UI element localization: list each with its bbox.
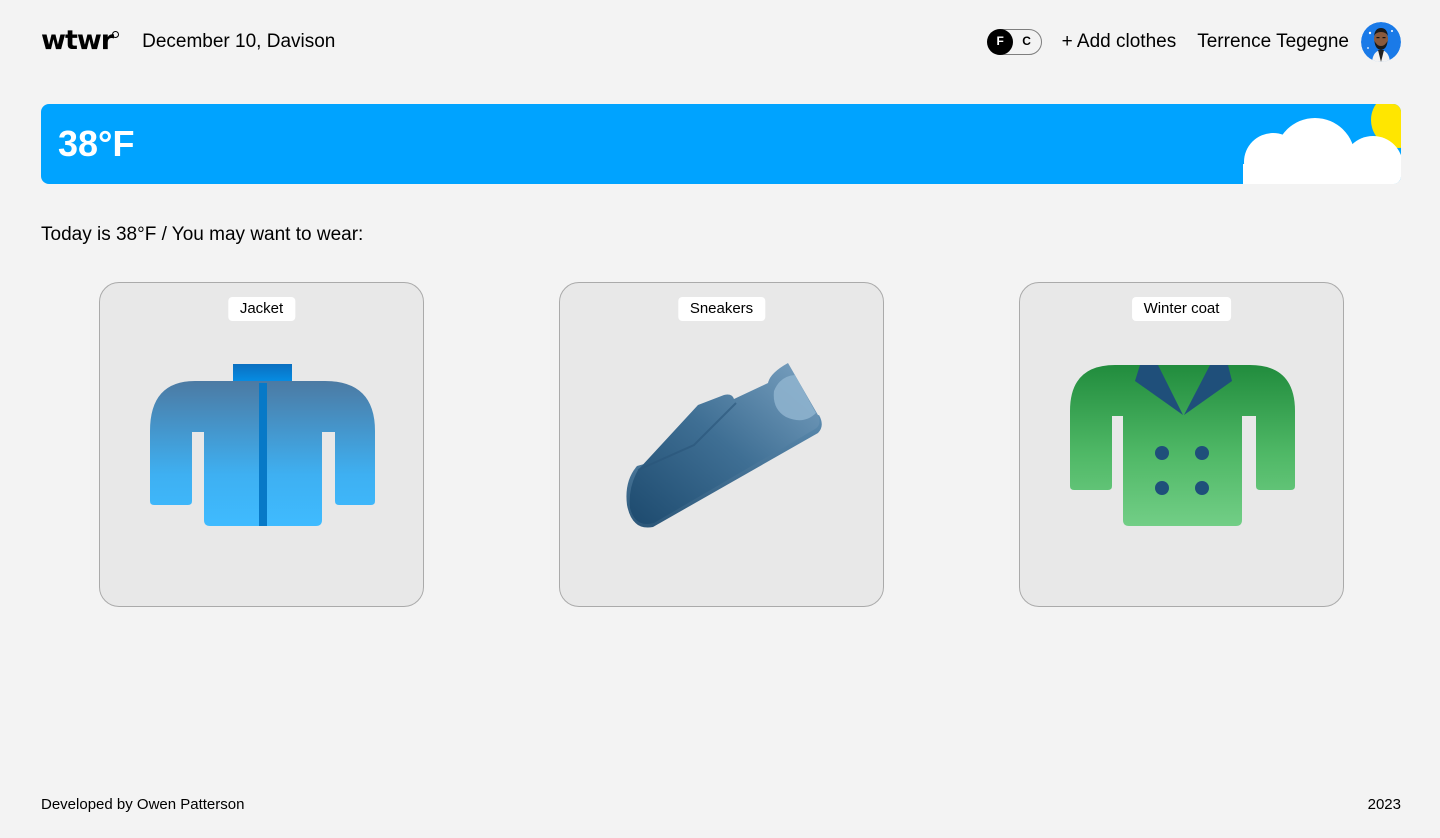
temperature: 38°F — [58, 123, 135, 164]
footer-year: 2023 — [1367, 796, 1401, 813]
sneaker-icon — [626, 363, 822, 528]
item-card-winter-coat[interactable]: Winter coat — [1019, 282, 1344, 607]
item-name: Sneakers — [677, 297, 766, 321]
item-card-jacket[interactable]: Jacket — [99, 282, 424, 607]
avatar[interactable] — [1361, 22, 1401, 62]
header: wtwr December 10, Davison F C + Add clot… — [41, 20, 1401, 64]
item-card-sneakers[interactable]: Sneakers — [559, 282, 884, 607]
toggle-f-label: F — [996, 34, 1004, 48]
user-name[interactable]: Terrence Tegegne — [1197, 31, 1349, 53]
footer-developer: Developed by Owen Patterson — [41, 796, 245, 813]
recommendation-text: Today is 38°F / You may want to wear: — [41, 224, 364, 245]
add-clothes-button[interactable]: + Add clothes — [1062, 31, 1177, 53]
item-name: Winter coat — [1131, 297, 1232, 321]
temperature-unit-toggle[interactable]: F C — [987, 28, 1042, 55]
weather-card: 38°F — [41, 104, 1401, 184]
date-location: December 10, Davison — [142, 31, 336, 52]
logo-text: wtwr — [41, 24, 114, 56]
header-actions: F C + Add clothes Terrence Tegegne — [987, 22, 1401, 62]
weather-illustration — [1243, 104, 1401, 184]
winter-coat-icon — [1070, 365, 1295, 526]
page: wtwr December 10, Davison F C + Add clot… — [0, 0, 1440, 838]
jacket-icon — [150, 364, 375, 526]
logo-degree-mark — [112, 30, 120, 38]
toggle-c-label: C — [1022, 34, 1031, 48]
item-name: Jacket — [227, 297, 296, 321]
logo[interactable]: wtwr — [41, 24, 120, 56]
